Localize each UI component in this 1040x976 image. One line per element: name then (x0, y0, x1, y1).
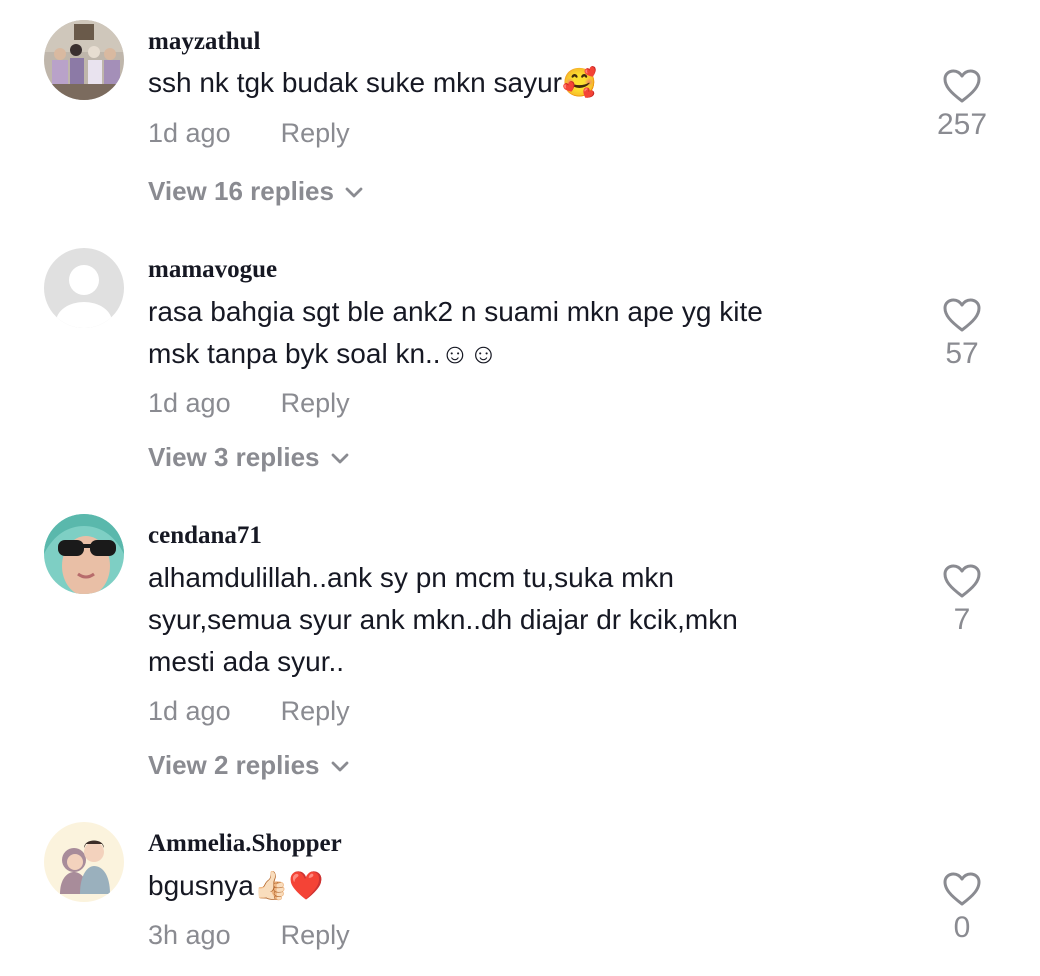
view-replies-label: View 3 replies (148, 442, 320, 472)
reply-button[interactable]: Reply (281, 388, 350, 418)
reply-button[interactable]: Reply (281, 920, 350, 950)
like-count: 0 (953, 911, 971, 944)
like-button[interactable]: 0 (920, 871, 1004, 945)
comment-username[interactable]: mayzathul (148, 28, 261, 56)
reply-button[interactable]: Reply (281, 118, 350, 148)
view-replies-button[interactable]: View 3 replies (148, 442, 350, 473)
avatar[interactable] (44, 248, 124, 328)
heart-outline-icon (943, 872, 981, 906)
chevron-down-icon (331, 453, 348, 463)
comment-time: 1d ago (148, 118, 231, 148)
comment-text: alhamdulillah..ank sy pn mcm tu,suka mkn… (148, 562, 738, 677)
comment-text: rasa bahgia sgt ble ank2 n suami mkn ape… (148, 296, 763, 369)
avatar[interactable] (44, 20, 124, 100)
like-count: 7 (953, 603, 971, 636)
comment-meta: 1d ago Reply (148, 696, 350, 727)
comment-meta: 3h ago Reply (148, 920, 350, 951)
avatar[interactable] (44, 514, 124, 594)
heart-outline-icon (943, 69, 981, 103)
like-count: 257 (936, 108, 988, 141)
chevron-down-icon (345, 187, 363, 197)
comment-username[interactable]: cendana71 (148, 522, 262, 550)
like-button[interactable]: 7 (920, 563, 1004, 637)
view-replies-button[interactable]: View 2 replies (148, 750, 350, 781)
comment-username[interactable]: mamavogue (148, 256, 277, 284)
view-replies-button[interactable]: View 16 replies (148, 176, 364, 207)
view-replies-label: View 2 replies (148, 750, 320, 780)
comment-username[interactable]: Ammelia.Shopper (148, 830, 342, 858)
comment-meta: 1d ago Reply (148, 388, 350, 419)
like-count: 57 (945, 337, 979, 370)
reply-button[interactable]: Reply (281, 696, 350, 726)
comment-time: 3h ago (148, 920, 231, 950)
heart-outline-icon (943, 298, 981, 332)
comment-time: 1d ago (148, 696, 231, 726)
comment-text: ssh nk tgk budak suke mkn sayur🥰 (148, 67, 597, 98)
like-button[interactable]: 257 (920, 68, 1004, 142)
comment-text: bgusnya👍🏻❤️ (148, 870, 324, 901)
comment-meta: 1d ago Reply (148, 118, 350, 149)
view-replies-label: View 16 replies (148, 176, 334, 206)
heart-outline-icon (943, 564, 981, 598)
like-button[interactable]: 57 (920, 297, 1004, 371)
avatar[interactable] (44, 822, 124, 902)
chevron-down-icon (331, 761, 348, 771)
comment-time: 1d ago (148, 388, 231, 418)
